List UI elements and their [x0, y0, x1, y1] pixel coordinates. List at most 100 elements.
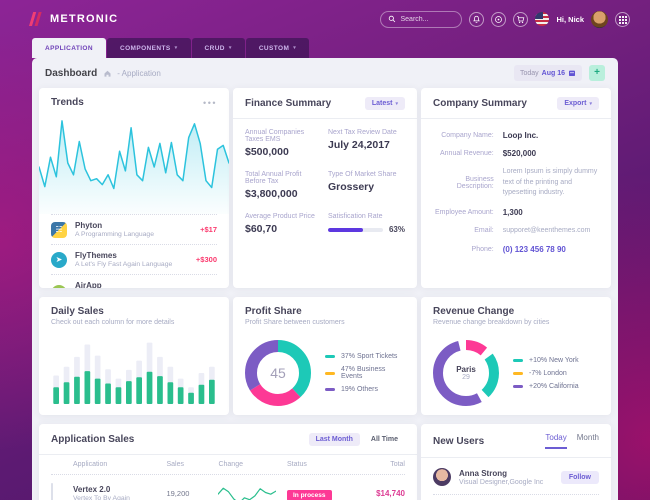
- card-application-sales: Application Sales Last Month All Time Ap…: [39, 424, 417, 500]
- subheader: Dashboard - Application Today Aug 16 +: [32, 58, 618, 88]
- field-label: Satisfication Rate: [328, 213, 405, 220]
- user-avatar[interactable]: [591, 11, 608, 28]
- content-panel: Dashboard - Application Today Aug 16 +: [32, 58, 618, 500]
- daily-sales-bar-chart: [51, 342, 217, 404]
- finance-header: Finance Summary Latest: [233, 88, 417, 119]
- tab-today[interactable]: Today: [545, 433, 566, 449]
- language-flag-icon[interactable]: [535, 12, 549, 26]
- search-input[interactable]: [400, 16, 454, 23]
- tab-components[interactable]: COMPONENTS: [107, 38, 191, 58]
- profit-share-legend: 37% Sport Tickets 47% Business Events 19…: [325, 353, 405, 393]
- latest-dropdown[interactable]: Latest: [365, 97, 405, 110]
- checkbox[interactable]: [51, 483, 53, 500]
- target-icon: [494, 15, 503, 24]
- card-title: Revenue Change: [433, 306, 599, 317]
- list-item[interactable]: ☵ Phyton A Programming Language +$17: [51, 214, 217, 244]
- tab-month[interactable]: Month: [577, 433, 599, 449]
- add-button[interactable]: +: [589, 65, 605, 81]
- card-finance-summary: Finance Summary Latest Annual Companies …: [233, 88, 417, 288]
- profit-share-content: 45 37% Sport Tickets 47% Business Events: [233, 334, 417, 406]
- chevron-down-icon: [293, 45, 296, 51]
- col-total: Total: [353, 461, 405, 468]
- legend-item: +10% New York: [513, 357, 579, 364]
- donut-center: 45: [245, 340, 311, 406]
- home-icon[interactable]: [103, 69, 112, 78]
- list-item[interactable]: Air AirApp Awesome App For Project Manag…: [51, 274, 217, 288]
- finance-field: Average Product Price $60,70: [245, 213, 322, 235]
- finance-field: Next Tax Review Date July 24,2017: [328, 129, 405, 158]
- item-info: Phyton A Programming Language: [75, 221, 154, 238]
- avatar: [433, 468, 451, 486]
- legend-dash: [513, 359, 523, 362]
- calendar-icon: [568, 69, 576, 77]
- satisfaction-field: Satisfication Rate 63%: [328, 213, 405, 235]
- dashboard-grid: Trends ••• ☵ Phyton A Programming Langua…: [32, 88, 618, 500]
- filter-all-time[interactable]: All Time: [364, 433, 405, 446]
- item-desc: A Programming Language: [75, 231, 154, 238]
- breadcrumb[interactable]: - Application: [117, 69, 161, 78]
- row-value[interactable]: (0) 123 456 78 90: [503, 245, 599, 254]
- notifications-button[interactable]: [469, 12, 484, 27]
- export-dropdown[interactable]: Export: [557, 97, 599, 110]
- company-row: Business Description: Lorem Ipsum is sim…: [433, 167, 599, 199]
- field-label: Next Tax Review Date: [328, 129, 405, 136]
- field-label: Type Of Market Share: [328, 171, 405, 178]
- card-daily-sales: Daily Sales Check out each column for mo…: [39, 297, 229, 415]
- item-value: +$17: [200, 225, 217, 234]
- field-value: Grossery: [328, 181, 405, 193]
- dropdown-label: Export: [564, 100, 586, 107]
- follow-button[interactable]: Follow: [561, 471, 599, 484]
- search-icon: [388, 15, 396, 23]
- user-row[interactable]: Milano Esco Product Designer, Apple Inc …: [433, 494, 599, 500]
- user-role: Visual Designer,Google Inc: [459, 479, 543, 486]
- cell-total: $14,740: [353, 489, 405, 498]
- cart-icon: [516, 15, 525, 24]
- legend-dash: [325, 388, 335, 391]
- donut-center: Paris 29: [433, 340, 499, 406]
- more-menu-icon[interactable]: •••: [203, 101, 217, 105]
- company-row: Phone: (0) 123 456 78 90: [433, 245, 599, 254]
- settings-button[interactable]: [491, 12, 506, 27]
- company-row: Email: supporet@keenthemes.com: [433, 226, 599, 237]
- leaf-icon: Air: [51, 285, 67, 288]
- profit-share-donut: 45: [245, 340, 311, 406]
- chevron-down-icon: [395, 101, 398, 107]
- cell-status: In process: [287, 484, 353, 500]
- donut-center-title: Paris: [456, 365, 476, 374]
- card-company-summary: Company Summary Export Company Name: Loo…: [421, 88, 611, 288]
- row-value: $520,000: [503, 149, 599, 158]
- search-box[interactable]: [380, 11, 462, 28]
- company-header: Company Summary Export: [421, 88, 611, 119]
- user-row[interactable]: Anna Strong Visual Designer,Google Inc F…: [433, 460, 599, 494]
- legend-label: 37% Sport Tickets: [341, 353, 397, 360]
- tab-application[interactable]: APPLICATION: [32, 38, 106, 58]
- tab-crud[interactable]: CRUD: [192, 38, 245, 58]
- quick-panel-button[interactable]: [615, 12, 630, 27]
- tab-custom[interactable]: CUSTOM: [246, 38, 309, 58]
- grid-icon: [619, 16, 621, 18]
- item-info: FlyThemes A Let's Fly Fast Again Languag…: [75, 251, 172, 268]
- tab-label: COMPONENTS: [120, 45, 171, 52]
- col-status: Status: [287, 461, 353, 468]
- date-picker[interactable]: Today Aug 16: [514, 65, 582, 81]
- progress-fill: [328, 228, 363, 232]
- user-name: Anna Strong: [459, 469, 543, 478]
- filter-last-month[interactable]: Last Month: [309, 433, 360, 446]
- donut-center-value: 45: [270, 365, 286, 381]
- logo[interactable]: METRONIC: [27, 11, 118, 27]
- profit-share-header: Profit Share Profit Share between custom…: [233, 297, 417, 334]
- row-label: Annual Revenue:: [433, 150, 503, 157]
- app-root: METRONIC: [0, 0, 650, 500]
- table-header-row: Application Sales Change Status Total: [51, 455, 405, 474]
- tab-label: APPLICATION: [45, 45, 93, 52]
- card-title: Finance Summary: [245, 98, 331, 109]
- cell-checkbox: [51, 484, 73, 500]
- cart-button[interactable]: [513, 12, 528, 27]
- row-label: Business Description:: [433, 176, 503, 190]
- new-users-list: Anna Strong Visual Designer,Google Inc F…: [421, 458, 611, 500]
- field-value: $500,000: [245, 146, 322, 158]
- company-row: Employee Amount: 1,300: [433, 208, 599, 217]
- card-subtitle: Profit Share between customers: [245, 319, 405, 326]
- table-row[interactable]: Vertex 2.0 Vertex To By Again 19,200 In …: [51, 474, 405, 500]
- list-item[interactable]: ➤ FlyThemes A Let's Fly Fast Again Langu…: [51, 244, 217, 274]
